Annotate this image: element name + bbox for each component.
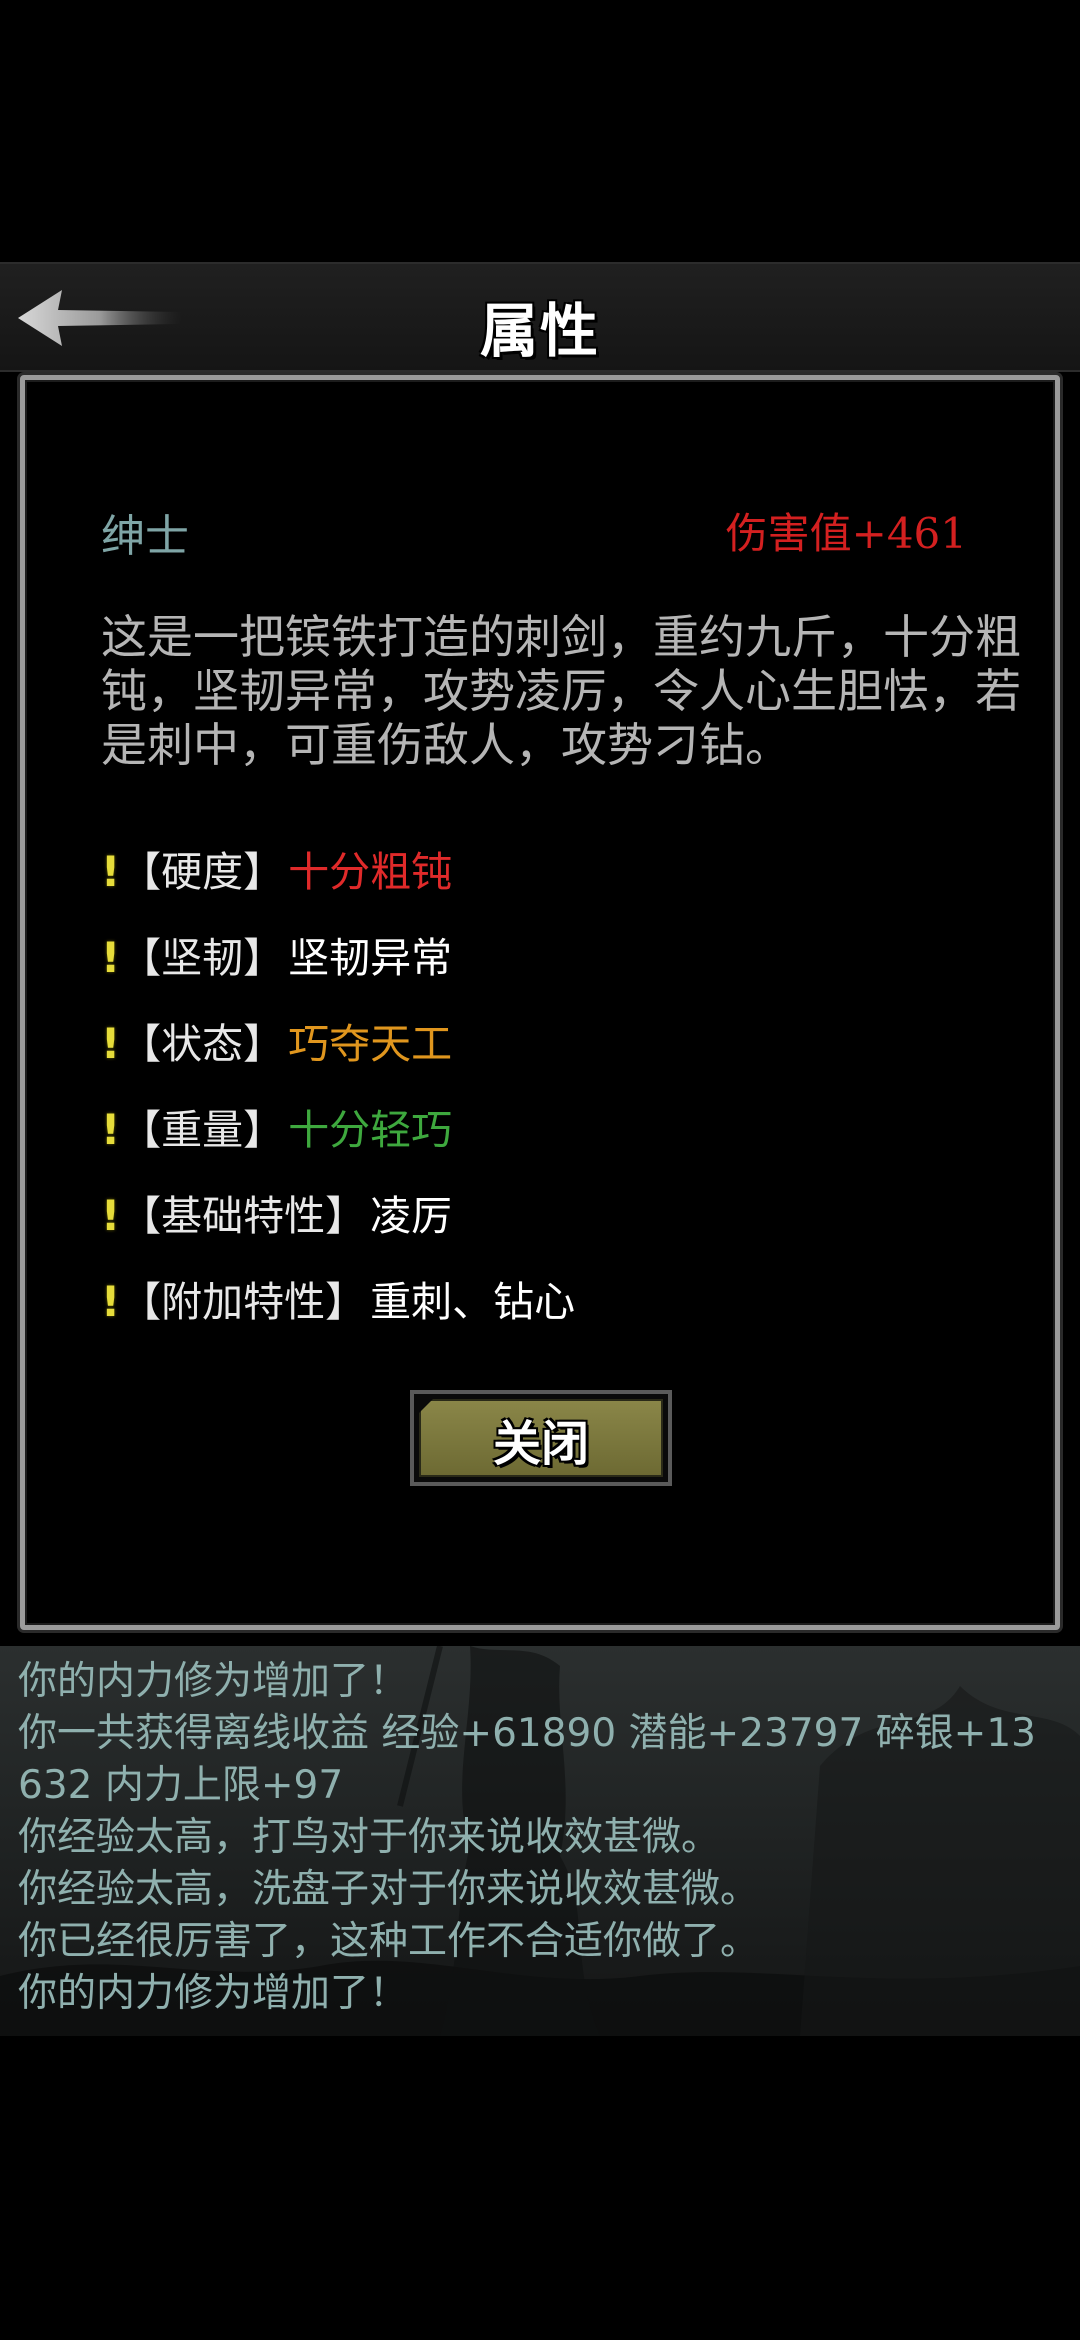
attribute-value: 坚韧异常 [288,934,453,982]
attribute-key: 【重量】 [120,1106,285,1154]
exclamation-icon: ! [101,1277,121,1326]
attribute-row: !【硬度】十分粗钝 [101,845,1001,899]
exclamation-icon: ! [101,847,121,896]
attribute-value: 十分粗钝 [288,848,453,896]
attribute-value: 重刺、钻心 [370,1278,576,1326]
log-line: 你已经很厉害了，这种工作不合适你做了。 [18,1919,760,1964]
log-line: 你经验太高，打鸟对于你来说收效甚微。 [18,1815,721,1860]
attribute-key: 【硬度】 [120,848,285,896]
close-button[interactable]: 关闭 [410,1390,672,1486]
attribute-row: !【重量】十分轻巧 [101,1103,1001,1157]
page-title: 属性 [479,297,600,365]
attribute-key: 【基础特性】 [120,1192,367,1240]
exclamation-icon: ! [101,933,121,982]
attribute-row: !【附加特性】重刺、钻心 [101,1275,1001,1329]
attribute-row: !【坚韧】坚韧异常 [101,931,1001,985]
exclamation-icon: ! [101,1105,121,1154]
item-name: 绅士 [101,511,189,562]
message-log[interactable]: 你的内力修为增加了！ 你一共获得离线收益 经验+61890 潜能+23797 碎… [0,1646,1080,2036]
attribute-value: 十分轻巧 [288,1106,453,1154]
attribute-list: !【硬度】十分粗钝 !【坚韧】坚韧异常 !【状态】巧夺天工 !【重量】十分轻巧 … [101,845,1001,1361]
attribute-value: 凌厉 [370,1192,453,1240]
item-detail-panel: 绅士 伤害值+461 这是一把镔铁打造的刺剑，重约九斤，十分粗钝，坚韧异常，攻势… [20,375,1060,1630]
log-line: 你的内力修为增加了！ [18,1659,409,1704]
exclamation-icon: ! [101,1191,121,1240]
attribute-row: !【状态】巧夺天工 [101,1017,1001,1071]
attribute-value: 巧夺天工 [288,1020,453,1068]
attribute-key: 【坚韧】 [120,934,285,982]
close-button-label: 关闭 [492,1416,589,1472]
log-line: 你的内力修为增加了！ [18,1971,409,2016]
damage-value: 伤害值+461 [725,509,967,558]
attribute-key: 【附加特性】 [120,1278,367,1326]
attribute-key: 【状态】 [120,1020,285,1068]
log-line: 你一共获得离线收益 经验+61890 潜能+23797 碎银+13632 内力上… [18,1711,1036,1808]
item-description: 这是一把镔铁打造的刺剑，重约九斤，十分粗钝，坚韧异常，攻势凌厉，令人心生胆怯，若… [101,610,1021,772]
log-lines: 你的内力修为增加了！ 你一共获得离线收益 经验+61890 潜能+23797 碎… [18,1656,1058,2020]
attribute-row: !【基础特性】凌厉 [101,1189,1001,1243]
exclamation-icon: ! [101,1019,121,1068]
header-bar: 属性 [0,262,1080,372]
log-line: 你经验太高，洗盘子对于你来说收效甚微。 [18,1867,760,1912]
